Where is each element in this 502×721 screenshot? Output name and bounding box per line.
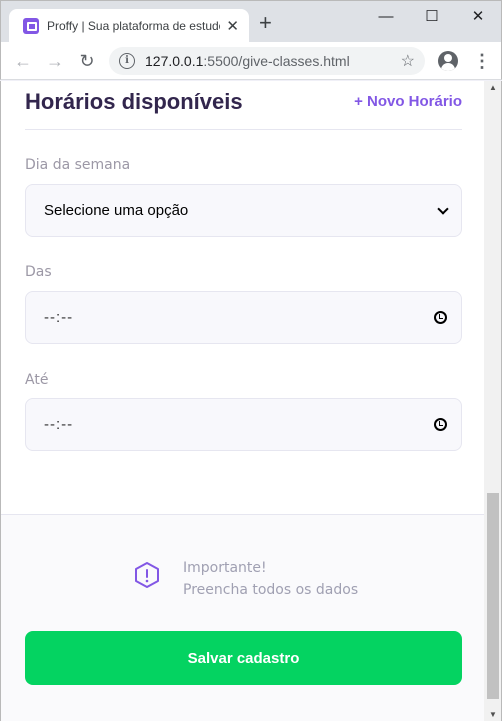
browser-tab-bar: Proffy | Sua plataforma de estudos ✕ + —… xyxy=(0,0,502,43)
site-info-icon[interactable]: i xyxy=(119,53,135,69)
new-schedule-button[interactable]: + Novo Horário xyxy=(354,93,462,110)
warning-text: Importante! Preencha todos os dados xyxy=(183,557,358,601)
time-from-input[interactable]: --:-- xyxy=(25,291,462,344)
legend-divider xyxy=(25,129,462,130)
minimize-icon[interactable]: — xyxy=(363,5,409,29)
page-viewport: Horários disponíveis + Novo Horário Dia … xyxy=(0,81,484,721)
chevron-down-icon xyxy=(437,202,449,215)
reload-icon[interactable]: ↻ xyxy=(75,49,99,73)
scroll-up-arrow-icon[interactable]: ▲ xyxy=(489,83,497,92)
warning-message: Preencha todos os dados xyxy=(183,582,359,598)
schedule-fieldset: Horários disponíveis + Novo Horário Dia … xyxy=(1,81,484,514)
time-from-value: --:-- xyxy=(44,309,74,326)
section-title: Horários disponíveis xyxy=(25,89,243,114)
bookmark-star-icon[interactable]: ☆ xyxy=(401,51,415,71)
time-to-input[interactable]: --:-- xyxy=(25,398,462,451)
forward-arrow-icon[interactable]: → xyxy=(43,49,67,73)
address-bar[interactable]: i 127.0.0.1:5500/give-classes.html ☆ xyxy=(109,47,425,75)
tab-close-icon[interactable]: ✕ xyxy=(226,17,239,35)
profile-avatar-icon[interactable] xyxy=(438,51,458,71)
url-text[interactable]: 127.0.0.1:5500/give-classes.html xyxy=(145,53,401,69)
form-footer: Importante! Preencha todos os dados Salv… xyxy=(1,514,484,721)
browser-menu-icon[interactable]: ⋮ xyxy=(473,49,491,73)
back-arrow-icon[interactable]: ← xyxy=(11,49,35,73)
weekday-select[interactable]: Selecione uma opção xyxy=(25,184,462,237)
window-close-icon[interactable]: ✕ xyxy=(455,5,501,29)
clock-icon[interactable] xyxy=(434,311,447,324)
time-to-label: Até xyxy=(25,372,49,388)
browser-tab[interactable]: Proffy | Sua plataforma de estudos ✕ xyxy=(9,9,249,43)
time-from-label: Das xyxy=(25,264,52,280)
tab-title: Proffy | Sua plataforma de estudos xyxy=(47,19,221,33)
maximize-icon[interactable]: ☐ xyxy=(409,5,455,29)
scroll-down-arrow-icon[interactable]: ▼ xyxy=(489,710,497,719)
new-tab-icon[interactable]: + xyxy=(259,12,272,34)
warning-icon xyxy=(135,562,159,588)
weekday-label: Dia da semana xyxy=(25,157,131,173)
save-button[interactable]: Salvar cadastro xyxy=(25,631,462,685)
proffy-favicon-icon xyxy=(23,18,39,34)
clock-icon[interactable] xyxy=(434,418,447,431)
weekday-selected-value: Selecione uma opção xyxy=(44,202,189,219)
browser-toolbar: ← → ↻ i 127.0.0.1:5500/give-classes.html… xyxy=(0,42,502,80)
page-scrollbar[interactable]: ▲ ▼ xyxy=(484,81,502,721)
warning-title: Importante! xyxy=(183,560,267,576)
time-to-value: --:-- xyxy=(44,416,74,433)
scrollbar-thumb[interactable] xyxy=(487,493,499,699)
